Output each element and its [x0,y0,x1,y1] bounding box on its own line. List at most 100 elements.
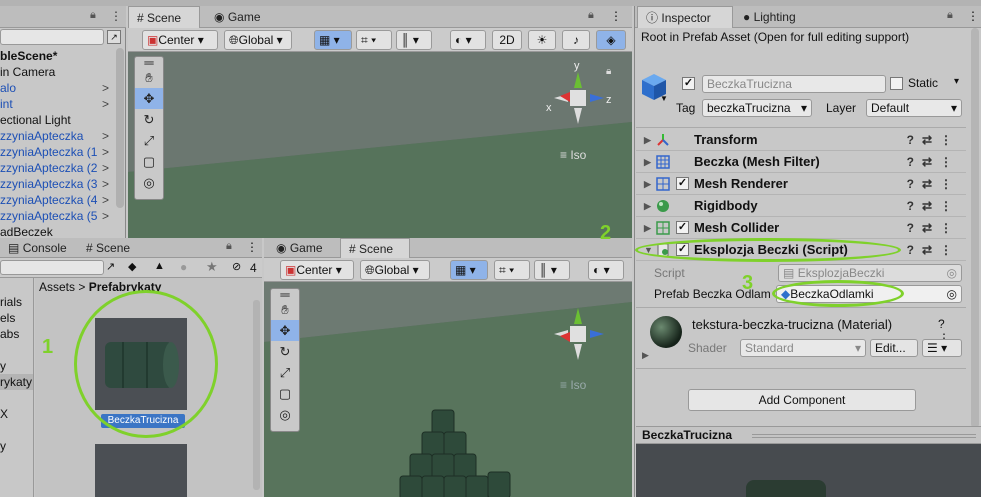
hierarchy-item[interactable]: zzyniaApteczka (5 > [0,208,109,224]
static-dropdown-icon[interactable]: ▾ [954,76,959,87]
ruler-button[interactable]: ║ ▾ [396,30,432,50]
component-rigidbody[interactable]: ▶ Rigidbody ?⇄⋮ [636,195,966,217]
transform-tool-icon[interactable]: ◎ [271,404,299,425]
audio-toggle[interactable]: ♪ [562,30,590,50]
chevron-down-icon[interactable]: ▼ [660,94,668,103]
chevron-right-icon[interactable]: > [102,144,109,160]
expand-arrow-icon[interactable]: ▶ [644,173,651,195]
search-options-icon[interactable]: ↗ [106,260,115,273]
component-actions[interactable]: ?⇄⋮ [907,239,960,261]
drag-handle-icon[interactable]: ═ [271,287,299,302]
preview-area[interactable] [636,444,981,497]
scale-tool-icon[interactable]: ⤢ [271,362,299,383]
grid-snap-button[interactable]: ▦ ▾ [450,260,488,280]
hand-tool-icon[interactable]: ✋︎ [135,67,163,88]
menu-kebab-icon[interactable]: ⋮ [246,240,258,254]
hierarchy-item[interactable]: zzyniaApteczka (1 > [0,144,109,160]
hierarchy-item[interactable]: zzyniaApteczka (2 > [0,160,109,176]
component-mesh-renderer[interactable]: ▶ ✓ Mesh Renderer ?⇄⋮ [636,173,966,195]
search-options-icon[interactable]: ↗ [107,30,121,44]
expand-arrow-icon[interactable]: ▶ [644,195,651,217]
preview-drag-handle[interactable] [752,434,976,438]
folder-item[interactable]: rykaty [0,374,33,390]
mode-2d-button[interactable]: 2D [492,30,522,50]
expand-arrow-icon[interactable]: ▶ [642,350,649,361]
hierarchy-search[interactable] [0,29,104,45]
drag-handle-icon[interactable]: ═ [135,55,163,70]
orientation-gizmo[interactable] [548,302,614,368]
component-actions[interactable]: ?⇄⋮ [907,195,960,217]
hand-tool-icon[interactable]: ✋︎ [271,299,299,320]
expand-arrow-icon[interactable]: ▶ [644,129,651,151]
hierarchy-item[interactable]: zzyniaApteczka (4 > [0,192,109,208]
shader-dropdown[interactable]: Standard ▾ [740,339,866,357]
rect-tool-icon[interactable]: ▢ [135,151,163,172]
folder-item[interactable]: y [0,438,6,454]
package-icon[interactable]: ● [180,260,187,274]
tab-lighting[interactable]: ● Lighting [735,6,804,28]
lock-icon[interactable]: 🔒︎ [606,66,611,77]
rotate-tool-icon[interactable]: ↻ [271,341,299,362]
filter-type-icon[interactable]: ◆ [128,260,136,273]
view-mode-label[interactable]: ≡ Iso [560,148,586,162]
lock-icon[interactable]: 🔒︎ [947,9,953,22]
project-scrollbar[interactable] [253,300,260,490]
space-dropdown[interactable]: 🌐︎Global ▾ [360,260,430,280]
component-mesh-filter[interactable]: ▶ Beczka (Mesh Filter) ?⇄⋮ [636,151,966,173]
folder-item[interactable]: els [0,310,15,326]
folder-item[interactable]: y [0,358,6,374]
expand-arrow-icon[interactable]: ▶ [644,151,651,173]
breadcrumb-root[interactable]: Assets [39,280,75,294]
move-tool-icon[interactable]: ✥ [135,88,163,109]
chevron-right-icon[interactable]: > [102,160,109,176]
component-actions[interactable]: ?⇄⋮ [907,129,960,151]
rotate-tool-icon[interactable]: ↻ [135,109,163,130]
folder-item[interactable]: abs [0,326,19,342]
component-transform[interactable]: ▶ Transform ?⇄⋮ [636,129,966,151]
shading-mode-button[interactable]: ◐ ▾ [588,260,624,280]
folder-item[interactable]: X [0,406,8,422]
component-actions[interactable]: ?⇄⋮ [907,217,960,239]
chevron-right-icon[interactable]: > [102,80,109,96]
active-checkbox[interactable]: ✓ [682,77,695,90]
chevron-right-icon[interactable]: > [102,176,109,192]
grid-snap-button[interactable]: ▦ ▾ [314,30,352,50]
inspector-scrollbar[interactable] [971,28,979,428]
tab-game-top[interactable]: ◉ Game [206,6,269,28]
increment-snap-button[interactable]: ⌗ ▾ [494,260,530,280]
pivot-dropdown[interactable]: ▣Center ▾ [280,260,354,280]
scale-tool-icon[interactable]: ⤢ [135,130,163,151]
hidden-eye-icon[interactable]: ⊘ [232,260,241,273]
lock-icon[interactable]: 🔒︎ [226,240,232,253]
tab-game-bottom[interactable]: ◉ Game [268,238,331,258]
chevron-right-icon[interactable]: > [102,208,109,224]
space-dropdown[interactable]: 🌐︎Global ▾ [224,30,292,50]
rect-tool-icon[interactable]: ▢ [271,383,299,404]
component-mesh-collider[interactable]: ▶ ✓ Mesh Collider ?⇄⋮ [636,217,966,239]
bottom-scene-viewport[interactable]: ═ ✋︎ ✥ ↻ ⤢ ▢ ◎ ≡ Iso [264,282,632,497]
expand-arrow-icon[interactable]: ▶ [644,217,651,239]
menu-kebab-icon[interactable]: ⋮ [610,9,622,23]
asset-tile-2[interactable] [95,444,187,497]
top-scene-viewport[interactable]: ═ ✋︎ ✥ ↻ ⤢ ▢ ◎ y x z 🔒︎ ≡ Iso [128,52,632,238]
menu-kebab-icon[interactable]: ⋮ [967,9,979,23]
shading-mode-button[interactable]: ◐ ▾ [450,30,486,50]
layer-dropdown[interactable]: Default ▾ [866,99,962,117]
component-actions[interactable]: ?⇄⋮ [907,173,960,195]
lock-icon[interactable]: 🔒︎ [588,9,594,22]
menu-kebab-icon[interactable]: ⋮ [110,9,122,23]
chevron-right-icon[interactable]: > [102,128,109,144]
filter-label-icon[interactable]: ▲ [154,260,165,272]
chevron-right-icon[interactable]: > [102,192,109,208]
pivot-dropdown[interactable]: ▣Center ▾ [142,30,218,50]
increment-snap-button[interactable]: ⌗ ▾ [356,30,392,50]
view-mode-label[interactable]: ≡ Iso [560,378,586,392]
tab-scene-top[interactable]: # Scene [128,6,200,28]
transform-tool-icon[interactable]: ◎ [135,172,163,193]
move-tool-icon[interactable]: ✥ [271,320,299,341]
hierarchy-item[interactable]: bleScene* [0,48,57,64]
tab-scene-project[interactable]: # Scene [78,238,138,258]
static-checkbox[interactable] [890,77,903,90]
object-picker-icon[interactable]: ◎ [947,286,957,302]
lighting-toggle[interactable]: ☀ [528,30,556,50]
